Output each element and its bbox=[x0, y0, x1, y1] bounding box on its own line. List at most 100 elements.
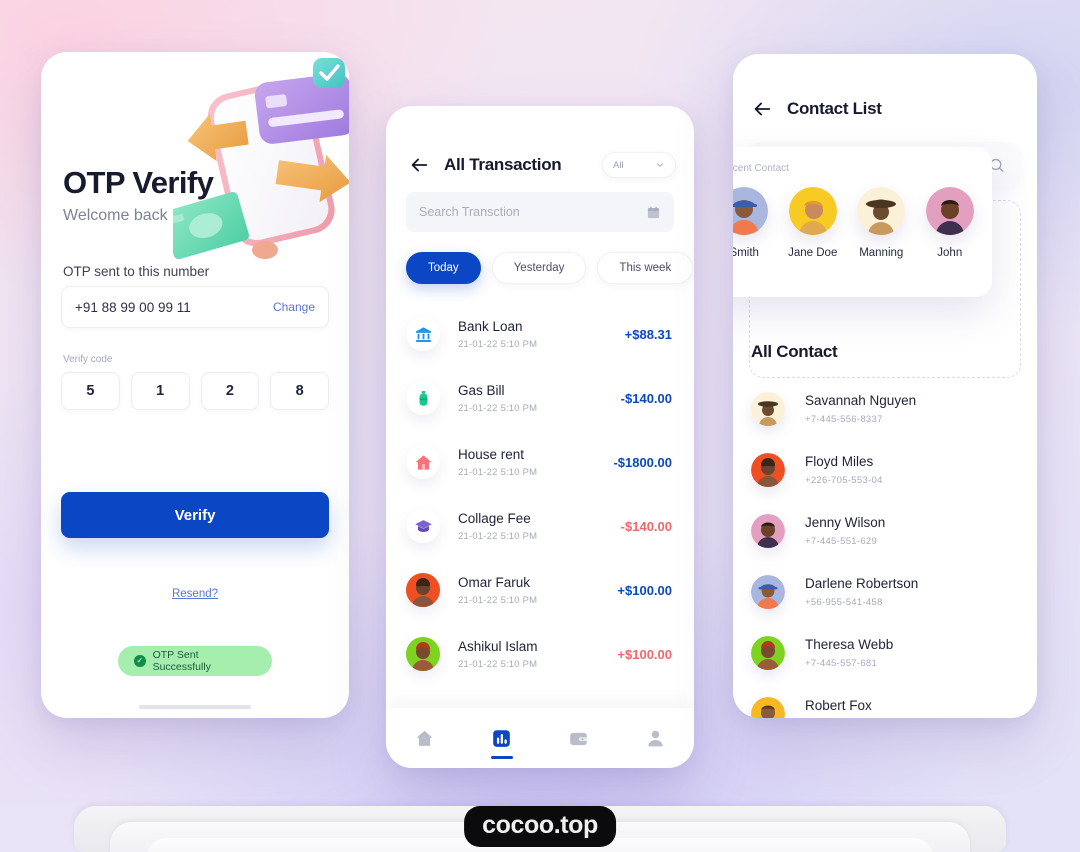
transaction-date: 21-01-22 5:10 PM bbox=[458, 530, 538, 542]
back-arrow-icon[interactable] bbox=[408, 154, 430, 176]
avatar bbox=[788, 187, 837, 235]
filter-pill-this-week[interactable]: This week bbox=[597, 252, 694, 284]
all-contact-title: All Contact bbox=[751, 342, 838, 361]
home-indicator bbox=[139, 705, 251, 709]
recent-contact-card: Recent Contact Smith bbox=[733, 147, 992, 297]
home-icon bbox=[416, 730, 433, 746]
transaction-name: Bank Loan bbox=[458, 318, 523, 334]
search-input[interactable]: Search Transction bbox=[419, 205, 646, 219]
filter-pill-yesterday[interactable]: Yesterday bbox=[491, 252, 587, 284]
search-transaction-field[interactable]: Search Transction bbox=[406, 192, 674, 232]
recent-contact-name: Jane Doe bbox=[788, 247, 838, 259]
transaction-amount: -$1800.00 bbox=[613, 454, 672, 470]
contact-phone: +226-705-553-04 bbox=[805, 474, 883, 486]
transaction-name: Gas Bill bbox=[458, 382, 505, 398]
transaction-date: 21-01-22 5:10 PM bbox=[458, 338, 538, 350]
watermark: cocoo.top bbox=[464, 806, 616, 847]
all-transaction-screen: All Transaction All Search Transction To… bbox=[386, 106, 694, 768]
table-row[interactable]: Bank Loan 21-01-22 5:10 PM +$88.31 bbox=[386, 302, 694, 366]
contact-name: Floyd Miles bbox=[805, 453, 874, 469]
verify-button[interactable]: Verify bbox=[61, 492, 329, 538]
contact-phone: +7-445-551-629 bbox=[805, 535, 878, 547]
recent-contact-name: Manning bbox=[859, 247, 904, 259]
otp-digit-3[interactable]: 2 bbox=[200, 372, 260, 410]
recent-contact-name: Smith bbox=[733, 247, 759, 259]
check-circle-icon: ✓ bbox=[134, 655, 146, 667]
page-title: Contact List bbox=[787, 99, 882, 118]
resend-link[interactable]: Resend? bbox=[41, 588, 349, 600]
tab-statistics[interactable] bbox=[478, 715, 526, 761]
verify-code-label: Verify code bbox=[63, 354, 113, 365]
transaction-amount: +$88.31 bbox=[624, 326, 672, 342]
transaction-date: 21-01-22 5:10 PM bbox=[458, 594, 538, 606]
recent-contact-name: John bbox=[937, 247, 963, 259]
contact-phone: +56-955-541-458 bbox=[805, 596, 883, 608]
all-contact-list: Savannah Nguyen +7-445-556-8337 Floyd Mi… bbox=[733, 378, 1037, 718]
list-item[interactable]: Floyd Miles +226-705-553-04 bbox=[733, 439, 1037, 500]
list-item[interactable]: Theresa Webb +7-445-557-681 bbox=[733, 622, 1037, 683]
education-icon bbox=[406, 509, 440, 543]
toast-message: OTP Sent Successfully bbox=[152, 649, 211, 673]
otp-sent-label: OTP sent to this number bbox=[63, 264, 210, 279]
otp-digit-2[interactable]: 1 bbox=[130, 372, 190, 410]
avatar bbox=[751, 574, 785, 609]
change-number-link[interactable]: Change bbox=[273, 300, 315, 314]
avatar bbox=[406, 573, 440, 607]
tab-profile[interactable] bbox=[632, 715, 680, 761]
contact-name: Robert Fox bbox=[805, 697, 872, 713]
table-row[interactable]: Collage Fee 21-01-22 5:10 PM -$140.00 bbox=[386, 494, 694, 558]
recent-contact-row: Smith Jane Doe Manning John bbox=[733, 187, 992, 259]
list-item[interactable]: Savannah Nguyen +7-445-556-8337 bbox=[733, 378, 1037, 439]
list-item[interactable]: Jenny Wilson +7-445-551-629 bbox=[733, 500, 1037, 561]
bank-icon bbox=[406, 317, 440, 351]
table-row[interactable]: House rent 21-01-22 5:10 PM -$1800.00 bbox=[386, 430, 694, 494]
otp-3d-illustration bbox=[173, 58, 349, 260]
otp-digit-1[interactable]: 5 bbox=[61, 372, 120, 410]
gas-icon bbox=[406, 381, 440, 415]
filter-select[interactable]: All bbox=[602, 152, 676, 178]
transaction-amount: -$140.00 bbox=[620, 390, 672, 406]
table-row[interactable]: Gas Bill 21-01-22 5:10 PM -$140.00 bbox=[386, 366, 694, 430]
avatar bbox=[751, 696, 785, 718]
transaction-name: House rent bbox=[458, 446, 525, 462]
calendar-icon[interactable] bbox=[646, 205, 661, 220]
contact-name: Theresa Webb bbox=[805, 636, 894, 652]
avatar bbox=[733, 187, 769, 235]
page-subtitle: Welcome back bbox=[63, 207, 168, 224]
phone-number-field[interactable]: +91 88 99 00 99 11 Change bbox=[61, 286, 329, 328]
recent-contact-smith[interactable]: Smith bbox=[733, 187, 772, 259]
list-item[interactable]: Robert Fox +226-775-552-53 bbox=[733, 683, 1037, 718]
recent-contact-label: Recent Contact bbox=[733, 163, 789, 174]
active-tab-indicator bbox=[490, 756, 513, 759]
table-row[interactable]: Omar Faruk 21-01-22 5:10 PM +$100.00 bbox=[386, 558, 694, 622]
recent-contact-john[interactable]: John bbox=[922, 187, 978, 259]
contact-name: Darlene Robertson bbox=[805, 575, 919, 591]
avatar bbox=[751, 635, 785, 670]
screenshot-canvas: OTP Verify Welcome back OTP sent to this… bbox=[0, 0, 1080, 852]
transaction-name: Ashikul Islam bbox=[458, 638, 538, 654]
contact-phone: +7-445-556-8337 bbox=[805, 413, 883, 425]
back-arrow-icon[interactable] bbox=[751, 98, 773, 120]
transaction-amount: +$100.00 bbox=[617, 582, 672, 598]
avatar bbox=[751, 452, 785, 487]
recent-contact-jane-doe[interactable]: Jane Doe bbox=[785, 187, 841, 259]
avatar bbox=[406, 637, 440, 671]
table-row[interactable]: Ashikul Islam 21-01-22 5:10 PM +$100.00 bbox=[386, 622, 694, 686]
avatar bbox=[925, 187, 974, 235]
transaction-amount: -$140.00 bbox=[620, 518, 672, 534]
filter-select-value: All bbox=[613, 159, 624, 171]
chevron-down-icon bbox=[657, 163, 663, 167]
recent-contact-manning[interactable]: Manning bbox=[853, 187, 909, 259]
transaction-header: All Transaction All bbox=[408, 152, 676, 178]
tab-home[interactable] bbox=[401, 715, 449, 761]
avatar bbox=[857, 187, 906, 235]
transaction-date: 21-01-22 5:10 PM bbox=[458, 658, 538, 670]
bottom-navigation bbox=[386, 708, 694, 768]
filter-pill-today[interactable]: Today bbox=[406, 252, 481, 284]
otp-digit-4[interactable]: 8 bbox=[270, 372, 329, 410]
contact-list-screen: Contact List Recent Contact bbox=[733, 54, 1037, 718]
tab-wallet[interactable] bbox=[555, 715, 603, 761]
wallet-icon bbox=[570, 732, 587, 745]
transaction-name: Omar Faruk bbox=[458, 574, 531, 590]
list-item[interactable]: Darlene Robertson +56-955-541-458 bbox=[733, 561, 1037, 622]
